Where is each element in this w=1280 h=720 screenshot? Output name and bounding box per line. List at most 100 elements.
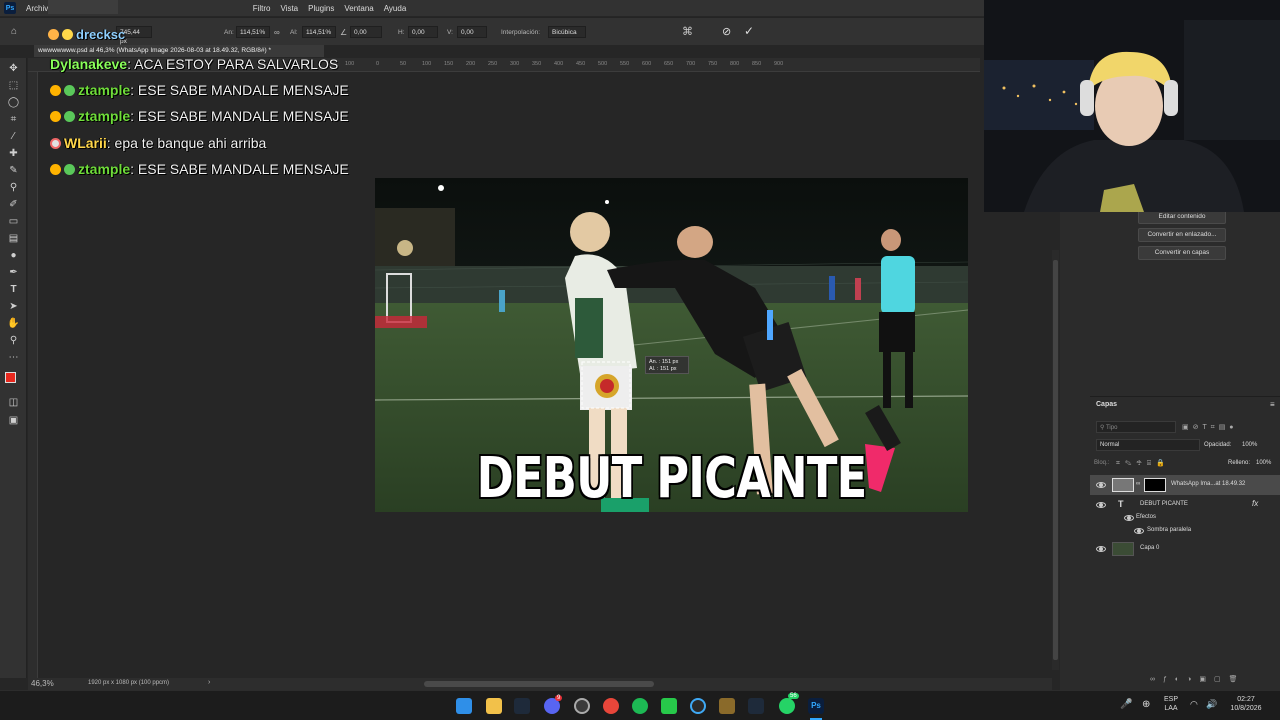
language-indicator[interactable]: ESP LAA (1160, 695, 1182, 713)
healing-tool-icon[interactable]: ✚ (7, 147, 20, 160)
width-field[interactable]: 114,51% (236, 26, 270, 38)
fx-icon[interactable]: fx (1252, 499, 1258, 508)
clock[interactable]: 02:27 10/8/2026 (1226, 695, 1266, 713)
chat-username: Dylanakeve (50, 56, 128, 72)
clone-stamp-tool-icon[interactable]: ⚲ (7, 181, 20, 194)
angle-field[interactable]: 0,00 (350, 26, 382, 38)
lasso-tool-icon[interactable]: ◯ (7, 96, 20, 109)
brush-tool-icon[interactable]: ✎ (7, 164, 20, 177)
obs-icon[interactable] (574, 698, 590, 714)
zoom-tool-icon[interactable]: ⚲ (7, 334, 20, 347)
ruler-tick: 450 (576, 61, 586, 67)
convert-to-linked-button[interactable]: Convertir en enlazado... (1138, 228, 1226, 242)
screen-mode-icon[interactable]: ▣ (7, 414, 20, 427)
layer-name[interactable]: DEBUT PICANTE (1140, 501, 1188, 507)
chrome-icon[interactable] (603, 698, 619, 714)
debut-picante-caption[interactable]: DEBUT PICANTE (434, 446, 908, 511)
chat-line: ztample: ESE SABE MANDALE MENSAJE (50, 161, 349, 177)
steam-icon[interactable] (514, 698, 530, 714)
menu-ventana[interactable]: Ventana (344, 4, 373, 13)
blend-mode-select[interactable]: Normal (1096, 439, 1200, 451)
cancel-transform-icon[interactable]: ⊘ (722, 25, 731, 38)
link-icon[interactable]: ∞ (1136, 481, 1140, 487)
opacity-value[interactable]: 100% (1242, 442, 1257, 448)
volume-icon[interactable]: 🔊 (1206, 699, 1217, 710)
crop-tool-icon[interactable]: ⌗ (7, 113, 20, 126)
visibility-eye-icon[interactable] (1096, 502, 1106, 508)
layer-name[interactable]: WhatsApp Ima...at 18.49.32 (1171, 481, 1245, 487)
dodge-tool-icon[interactable]: ● (7, 249, 20, 262)
chat-username: ztample (78, 108, 131, 124)
path-selection-tool-icon[interactable]: ➤ (7, 300, 20, 313)
microphone-icon[interactable]: 🎤 (1120, 699, 1132, 710)
horizontal-scrollbar[interactable] (424, 681, 654, 687)
visibility-eye-icon[interactable] (1096, 482, 1106, 488)
vertical-scrollbar[interactable] (1052, 250, 1059, 670)
discord-badge: 9 (555, 695, 563, 701)
layer-name[interactable]: Capa 0 (1140, 545, 1159, 551)
photoshop-taskbar-icon[interactable]: Ps (808, 698, 824, 714)
move-tool-icon[interactable]: ✥ (7, 62, 20, 75)
home-icon[interactable]: ⌂ (11, 26, 25, 38)
opacity-label: Opacidad: (1204, 442, 1232, 448)
wifi-icon[interactable]: ◠ (1190, 699, 1198, 710)
link-icon[interactable]: ∞ (274, 28, 280, 37)
commit-transform-icon[interactable]: ✓ (744, 24, 754, 38)
spotify-icon[interactable] (632, 698, 648, 714)
layer-filter-icons[interactable]: ▣⊘T⌗▤● (1182, 423, 1238, 432)
layer-row-image[interactable]: Capa 0 (1090, 539, 1280, 559)
layer-footer-icons[interactable]: ∞ƒ◐◑▣▢🗑 (1150, 675, 1245, 683)
ruler-tick: 850 (752, 61, 762, 67)
history-brush-tool-icon[interactable]: ✐ (7, 198, 20, 211)
lock-icons[interactable]: ⌗✎✥⌸🔒 (1116, 459, 1170, 468)
windows-start-icon[interactable] (456, 698, 472, 714)
menu-plugins[interactable]: Plugins (308, 4, 334, 13)
layer-filter-field[interactable]: ⚲ Tipo (1096, 421, 1176, 433)
webcam-feed (984, 0, 1280, 212)
visibility-eye-icon[interactable] (1124, 515, 1134, 521)
pen-tool-icon[interactable]: ✒ (7, 266, 20, 279)
convert-to-layers-button[interactable]: Convertir en capas (1138, 246, 1226, 260)
layer-row-smart-object[interactable]: ∞ WhatsApp Ima...at 18.49.32 (1090, 475, 1280, 495)
ruler-tick: 350 (532, 61, 542, 67)
foreground-color-swatch[interactable] (5, 372, 16, 383)
whatsapp-icon[interactable] (779, 698, 795, 714)
menu-vista[interactable]: Vista (280, 4, 298, 13)
interpolation-select[interactable]: Bicúbica (548, 26, 586, 38)
height-field[interactable]: 114,51% (302, 26, 336, 38)
v-skew-field[interactable]: 0,00 (457, 26, 487, 38)
type-tool-icon[interactable]: T (7, 283, 20, 296)
visibility-eye-icon[interactable] (1134, 528, 1144, 534)
quick-mask-icon[interactable]: ◫ (7, 396, 20, 409)
zoom-level[interactable]: 46,3% (31, 679, 54, 688)
h-skew-field[interactable]: 0,00 (408, 26, 438, 38)
ruler-tick: 100 (422, 61, 432, 67)
kick-icon[interactable] (661, 698, 677, 714)
gradient-tool-icon[interactable]: ▤ (7, 232, 20, 245)
warp-icon[interactable]: ⌘ (682, 25, 693, 38)
fill-value[interactable]: 100% (1256, 460, 1271, 466)
edit-contents-button[interactable]: Editar contenido (1138, 210, 1226, 224)
eraser-tool-icon[interactable]: ▭ (7, 215, 20, 228)
steam-alt-icon[interactable] (748, 698, 764, 714)
capcut-icon[interactable] (690, 698, 706, 714)
layer-effect-drop-shadow[interactable]: Sombra paralela (1090, 524, 1280, 538)
ruler-tick: 50 (400, 61, 407, 67)
canvas-image[interactable]: DEBUT PICANTE An. : 151 px Al. : 151 px (375, 178, 968, 512)
tooltip-height: Al. : 151 px (649, 366, 677, 372)
layers-panel-title[interactable]: Capas (1096, 401, 1117, 408)
more-tools-icon[interactable]: ⋯ (7, 351, 20, 364)
layer-effects-row[interactable]: Efectos (1090, 511, 1280, 525)
network-icon[interactable]: ⊕ (1142, 699, 1150, 710)
eyedropper-tool-icon[interactable]: ⁄ (7, 130, 20, 143)
ruler-tick: 300 (510, 61, 520, 67)
minecraft-icon[interactable] (719, 698, 735, 714)
hand-tool-icon[interactable]: ✋ (7, 317, 20, 330)
status-arrow-icon[interactable]: › (208, 679, 210, 686)
chat-line: ztample: ESE SABE MANDALE MENSAJE (50, 108, 349, 124)
marquee-tool-icon[interactable]: ⬚ (7, 79, 20, 92)
file-explorer-icon[interactable] (486, 698, 502, 714)
visibility-eye-icon[interactable] (1096, 546, 1106, 552)
panel-menu-icon[interactable]: ≡ (1270, 400, 1275, 409)
menu-ayuda[interactable]: Ayuda (384, 4, 407, 13)
